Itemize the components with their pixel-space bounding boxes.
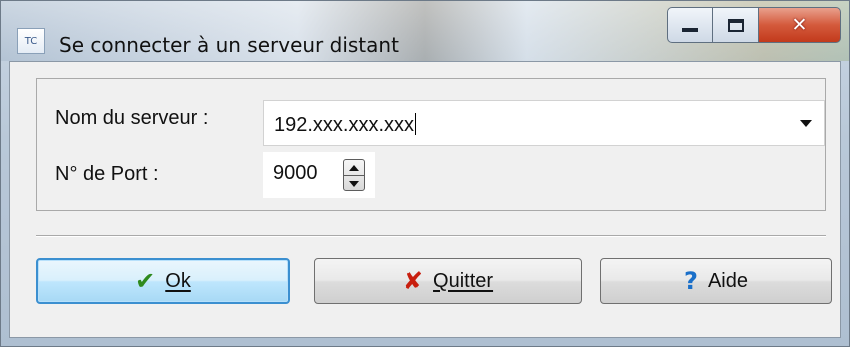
dialog-body: Nom du serveur : 192.xxx.xxx.xxx N° de P… bbox=[9, 61, 841, 338]
quit-button[interactable]: ✘ Quitter bbox=[314, 258, 582, 304]
ok-button-label: Ok bbox=[165, 269, 191, 292]
minimize-icon bbox=[682, 28, 698, 32]
question-icon: ? bbox=[684, 267, 698, 295]
connection-settings-group: Nom du serveur : 192.xxx.xxx.xxx N° de P… bbox=[36, 78, 826, 211]
close-icon: ✕ bbox=[791, 14, 808, 36]
server-name-text: 192.xxx.xxx.xxx bbox=[274, 114, 415, 136]
x-icon: ✘ bbox=[402, 267, 424, 295]
port-label: N° de Port : bbox=[55, 163, 159, 185]
port-value: 9000 bbox=[273, 162, 318, 184]
maximize-button[interactable] bbox=[713, 7, 759, 43]
arrow-up-icon bbox=[349, 164, 359, 171]
dropdown-arrow-icon[interactable] bbox=[800, 120, 812, 127]
maximize-icon bbox=[727, 18, 744, 32]
app-icon[interactable]: TC bbox=[17, 28, 45, 54]
help-button[interactable]: ? Aide bbox=[600, 258, 832, 304]
port-spinner bbox=[343, 159, 365, 191]
server-name-combobox[interactable]: 192.xxx.xxx.xxx bbox=[263, 100, 825, 146]
port-increment-button[interactable] bbox=[344, 160, 364, 176]
help-button-label: Aide bbox=[707, 269, 748, 292]
server-name-label: Nom du serveur : bbox=[55, 107, 209, 129]
title-bar[interactable]: TC Se connecter à un serveur distant ✕ bbox=[1, 1, 849, 61]
caption-buttons: ✕ bbox=[667, 7, 841, 45]
window-title: Se connecter à un serveur distant bbox=[59, 33, 399, 57]
port-spinbox[interactable]: 9000 bbox=[263, 152, 375, 198]
separator bbox=[36, 235, 826, 237]
text-caret bbox=[415, 113, 417, 135]
dialog-window: TC Se connecter à un serveur distant ✕ N… bbox=[0, 0, 850, 347]
close-button[interactable]: ✕ bbox=[759, 7, 841, 43]
port-decrement-button[interactable] bbox=[344, 176, 364, 190]
server-name-value: 192.xxx.xxx.xxx bbox=[274, 113, 417, 137]
minimize-button[interactable] bbox=[667, 7, 713, 43]
quit-button-label: Quitter bbox=[433, 269, 494, 292]
arrow-down-icon bbox=[349, 180, 359, 187]
ok-button[interactable]: ✔ Ok bbox=[36, 258, 290, 304]
check-icon: ✔ bbox=[135, 267, 156, 295]
